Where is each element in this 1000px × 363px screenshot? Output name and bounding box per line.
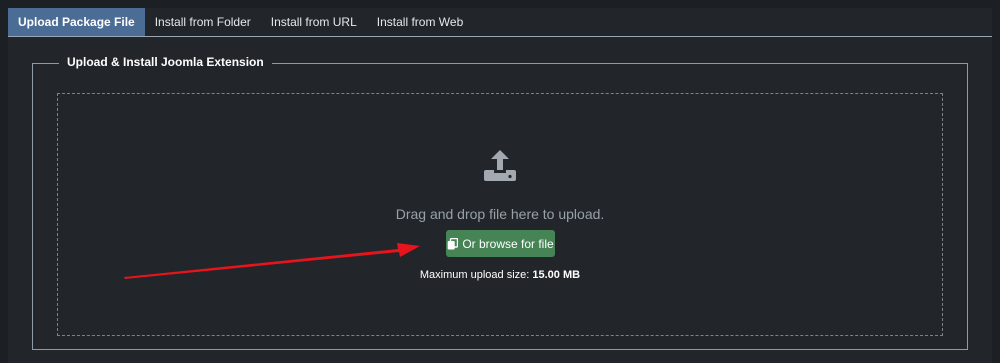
copy-icon bbox=[448, 237, 459, 249]
page: Upload Package File Install from Folder … bbox=[0, 0, 1000, 363]
browse-button-label: Or browse for file bbox=[462, 236, 554, 251]
installer-tabs: Upload Package File Install from Folder … bbox=[8, 8, 992, 37]
tab-upload-package-file[interactable]: Upload Package File bbox=[8, 8, 145, 36]
tab-install-from-folder[interactable]: Install from Folder bbox=[145, 8, 261, 36]
installer-panel: Upload Package File Install from Folder … bbox=[8, 8, 992, 363]
drag-drop-text: Drag and drop file here to upload. bbox=[395, 206, 605, 222]
browse-for-file-button[interactable]: Or browse for file bbox=[446, 230, 555, 257]
tab-install-from-url[interactable]: Install from URL bbox=[261, 8, 367, 36]
upload-icon bbox=[484, 150, 516, 181]
max-upload-size-value: 15.00 MB bbox=[532, 269, 581, 281]
drop-zone[interactable]: Drag and drop file here to upload. Or br… bbox=[57, 93, 943, 336]
upload-fieldset: Upload & Install Joomla Extension Drag a… bbox=[32, 55, 968, 350]
max-upload-size-label: Maximum upload size: bbox=[419, 269, 530, 281]
tab-install-from-web[interactable]: Install from Web bbox=[367, 8, 473, 36]
max-upload-size: Maximum upload size: 15.00 MB bbox=[58, 269, 942, 281]
fieldset-legend: Upload & Install Joomla Extension bbox=[59, 55, 272, 69]
